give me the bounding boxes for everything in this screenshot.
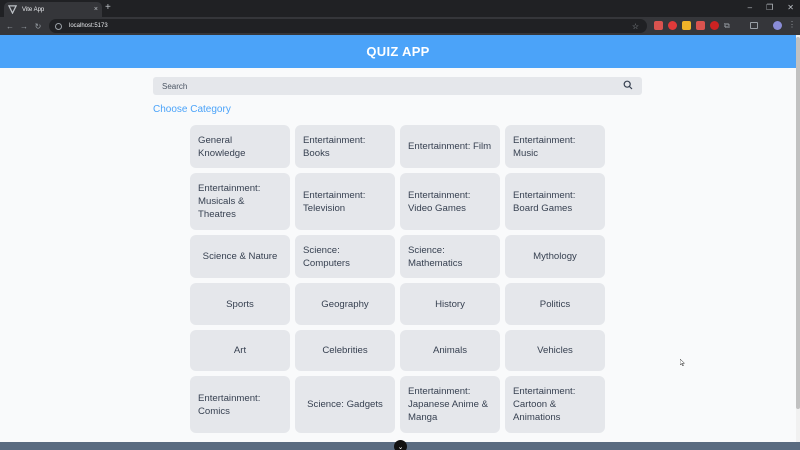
forward-icon[interactable]: → bbox=[17, 22, 31, 31]
category-button[interactable]: Entertainment: Books bbox=[295, 125, 395, 168]
search-input[interactable] bbox=[162, 81, 623, 91]
search-bar bbox=[153, 77, 642, 95]
category-button[interactable]: Entertainment: Musicals & Theatres bbox=[190, 173, 290, 230]
address-url[interactable]: localhost:5173 bbox=[69, 23, 632, 29]
address-bar[interactable]: localhost:5173 ☆ bbox=[49, 19, 647, 33]
vite-icon bbox=[8, 5, 17, 14]
extension-icon[interactable] bbox=[682, 21, 691, 30]
category-button[interactable]: Politics bbox=[505, 283, 605, 325]
browser-tab-strip: Vite App × + – ❐ ✕ bbox=[0, 0, 800, 17]
mouse-cursor-icon bbox=[680, 359, 685, 366]
category-button[interactable]: Entertainment: Board Games bbox=[505, 173, 605, 230]
window-controls: – ❐ ✕ bbox=[748, 3, 794, 13]
category-button[interactable]: Science: Mathematics bbox=[400, 235, 500, 278]
extension-icon[interactable] bbox=[696, 21, 705, 30]
back-icon[interactable]: ← bbox=[3, 22, 17, 31]
tab-close-icon[interactable]: × bbox=[94, 6, 98, 13]
extensions-bar: ⧉ bbox=[654, 21, 730, 30]
app-title: QUIZ APP bbox=[366, 44, 430, 59]
category-button[interactable]: Science & Nature bbox=[190, 235, 290, 278]
category-button[interactable]: Science: Computers bbox=[295, 235, 395, 278]
category-button[interactable]: Entertainment: Japanese Anime & Manga bbox=[400, 376, 500, 433]
close-window-icon[interactable]: ✕ bbox=[787, 3, 794, 13]
category-button[interactable]: Entertainment: Film bbox=[400, 125, 500, 168]
choose-category-heading: Choose Category bbox=[153, 104, 231, 115]
reload-icon[interactable]: ↻ bbox=[31, 22, 45, 31]
category-button[interactable]: Entertainment: Television bbox=[295, 173, 395, 230]
app-header: QUIZ APP bbox=[0, 35, 796, 68]
chevron-down-icon[interactable]: ⌄ bbox=[394, 440, 407, 450]
search-icon[interactable] bbox=[623, 77, 633, 95]
profile-avatar[interactable] bbox=[773, 21, 782, 30]
category-button[interactable]: Entertainment: Comics bbox=[190, 376, 290, 433]
category-button[interactable]: Geography bbox=[295, 283, 395, 325]
category-button[interactable]: General Knowledge bbox=[190, 125, 290, 168]
browser-toolbar: ← → ↻ localhost:5173 ☆ ⧉ ⋮ bbox=[0, 17, 800, 35]
extension-icon[interactable] bbox=[654, 21, 663, 30]
bookmark-star-icon[interactable]: ☆ bbox=[632, 22, 639, 31]
extension-icon[interactable] bbox=[668, 21, 677, 30]
category-button[interactable]: Celebrities bbox=[295, 330, 395, 371]
category-button[interactable]: Vehicles bbox=[505, 330, 605, 371]
category-grid: General Knowledge Entertainment: Books E… bbox=[190, 125, 606, 433]
browser-tab[interactable]: Vite App × bbox=[4, 2, 102, 17]
puzzle-icon[interactable]: ⧉ bbox=[724, 21, 730, 30]
new-tab-button[interactable]: + bbox=[105, 3, 111, 13]
category-button[interactable]: Entertainment: Video Games bbox=[400, 173, 500, 230]
category-button[interactable]: Entertainment: Cartoon & Animations bbox=[505, 376, 605, 433]
category-button[interactable]: Animals bbox=[400, 330, 500, 371]
side-panel-icon[interactable] bbox=[750, 22, 758, 29]
category-button[interactable]: History bbox=[400, 283, 500, 325]
site-info-icon[interactable] bbox=[55, 22, 62, 30]
menu-icon[interactable]: ⋮ bbox=[788, 20, 796, 30]
tab-title: Vite App bbox=[22, 6, 45, 13]
scrollbar-thumb[interactable] bbox=[796, 37, 800, 409]
category-button[interactable]: Art bbox=[190, 330, 290, 371]
restore-icon[interactable]: ❐ bbox=[766, 3, 773, 13]
extension-icon[interactable] bbox=[710, 21, 719, 30]
minimize-icon[interactable]: – bbox=[748, 3, 752, 13]
category-button[interactable]: Science: Gadgets bbox=[295, 376, 395, 433]
category-button[interactable]: Mythology bbox=[505, 235, 605, 278]
category-button[interactable]: Sports bbox=[190, 283, 290, 325]
category-button[interactable]: Entertainment: Music bbox=[505, 125, 605, 168]
